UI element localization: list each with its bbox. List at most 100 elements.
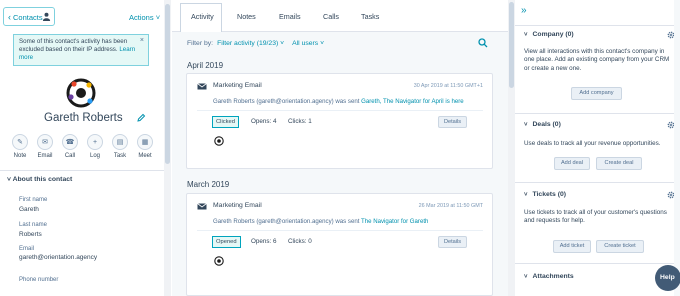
right-scrollbar[interactable]: [674, 0, 680, 296]
note-icon: ✎: [12, 134, 28, 150]
contact-name: Gareth Roberts: [44, 112, 123, 124]
about-section-header[interactable]: ˅ About this contact: [7, 176, 72, 183]
help-button[interactable]: Help: [655, 265, 680, 291]
meet-action-label: Meet: [138, 153, 152, 159]
first-name-label: First name: [19, 197, 48, 203]
calendar-icon: ▦: [137, 134, 153, 150]
activity-column: Activity Notes Emails Calls Tasks Filter…: [172, 0, 509, 296]
tab-calls[interactable]: Calls: [323, 12, 339, 21]
section-divider: [515, 263, 680, 264]
add-deal-button[interactable]: Add deal: [554, 157, 590, 170]
deals-section-title: Deals (0): [532, 121, 561, 128]
note-action[interactable]: ✎ Note: [10, 134, 30, 159]
email-link[interactable]: The Navigator for Gareth: [361, 218, 428, 225]
tickets-section-text: Use tickets to track all of your custome…: [524, 209, 667, 225]
activity-scrollbar[interactable]: [508, 0, 515, 296]
search-icon[interactable]: [478, 38, 488, 48]
month-header: April 2019: [187, 61, 224, 70]
card-divider: [197, 110, 483, 111]
tab-emails[interactable]: Emails: [279, 12, 301, 21]
contacts-back-link[interactable]: ‹ Contacts: [8, 13, 43, 23]
email-link[interactable]: Gareth, The Navigator for April is here: [361, 98, 464, 105]
tab-notes[interactable]: Notes: [237, 12, 256, 21]
activity-tabs: Activity Notes Emails Calls Tasks: [172, 0, 509, 32]
deals-section-header[interactable]: ˅ Deals (0): [524, 121, 561, 128]
phone-icon: ☎: [62, 134, 78, 150]
card-body-text: Gareth Roberts (gareth@orientation.agenc…: [213, 98, 360, 105]
email-value[interactable]: gareth@orientation.agency: [19, 254, 97, 261]
card-date: 30 Apr 2019 at 11:50 GMT+1: [413, 83, 483, 89]
add-ticket-button[interactable]: Add ticket: [553, 240, 591, 253]
create-ticket-button[interactable]: Create ticket: [596, 240, 644, 253]
status-badge: Clicked: [212, 116, 240, 128]
add-company-button[interactable]: Add company: [571, 87, 622, 100]
opens-count: Opens: 4: [251, 118, 277, 125]
status-badge: Opened: [212, 236, 241, 248]
opens-count: Opens: 6: [251, 238, 277, 245]
tab-activity[interactable]: Activity: [191, 12, 214, 21]
about-divider: [0, 170, 164, 171]
details-button[interactable]: Details: [438, 236, 467, 248]
chevron-down-icon: ˅: [524, 31, 528, 38]
actions-dropdown[interactable]: Actions ˅: [129, 13, 160, 22]
first-name-value[interactable]: Gareth: [19, 206, 39, 213]
contacts-back-label: Contacts: [13, 13, 43, 22]
edit-pencil-icon[interactable]: [136, 113, 146, 123]
ip-exclusion-notice: Some of this contact's activity has been…: [13, 34, 149, 66]
last-name-value[interactable]: Roberts: [19, 231, 42, 238]
tab-tasks[interactable]: Tasks: [361, 12, 379, 21]
email-action-label: Email: [37, 153, 53, 159]
meet-action[interactable]: ▦ Meet: [135, 134, 155, 159]
clicks-count: Clicks: 0: [288, 238, 312, 245]
phone-label: Phone number: [19, 277, 59, 283]
task-action-label: Task: [113, 153, 127, 159]
section-divider: [515, 182, 680, 183]
card-divider: [197, 230, 483, 231]
actions-label: Actions: [129, 13, 154, 22]
chevron-down-icon: ˅: [155, 13, 161, 22]
person-icon: [42, 12, 51, 21]
section-divider: [515, 113, 680, 114]
card-body-text: Gareth Roberts (gareth@orientation.agenc…: [213, 218, 360, 225]
task-icon: ▤: [112, 134, 128, 150]
left-scrollbar[interactable]: [164, 0, 171, 296]
chevron-down-icon: ˅: [524, 273, 528, 280]
chevron-down-icon: ˅: [524, 191, 528, 198]
filter-row: Filter by: Filter activity (19/23) ˅ All…: [187, 40, 324, 47]
close-icon[interactable]: ×: [140, 37, 144, 45]
call-action[interactable]: ☎ Call: [60, 134, 80, 159]
section-divider: [515, 25, 680, 26]
company-section-header[interactable]: ˅ Company (0): [524, 31, 574, 38]
note-action-label: Note: [13, 153, 27, 159]
chevron-down-icon: ˅: [524, 121, 528, 128]
contact-sidebar: ‹ Contacts Actions ˅ Some of this contac…: [0, 0, 171, 296]
activity-card: Marketing Email 30 Apr 2019 at 11:50 GMT…: [186, 73, 493, 169]
filter-activity-dropdown[interactable]: Filter activity (19/23) ˅: [217, 40, 284, 47]
task-action[interactable]: ▤ Task: [110, 134, 130, 159]
email-icon: ✉: [37, 134, 53, 150]
clicks-count: Clicks: 1: [288, 118, 312, 125]
contact-avatar: [66, 78, 96, 108]
card-body: Gareth Roberts (gareth@orientation.agenc…: [213, 218, 428, 225]
plus-icon: +: [87, 134, 103, 150]
card-title[interactable]: Marketing Email: [213, 82, 262, 89]
tickets-section-title: Tickets (0): [532, 191, 567, 198]
create-deal-button[interactable]: Create deal: [596, 157, 642, 170]
filter-users-dropdown[interactable]: All users ˅: [292, 40, 324, 47]
about-title: About this contact: [12, 176, 73, 183]
details-button[interactable]: Details: [438, 116, 467, 128]
email-action[interactable]: ✉ Email: [35, 134, 55, 159]
last-name-label: Last name: [19, 222, 48, 228]
activity-card: Marketing Email 26 Mar 2019 at 11:50 GMT…: [186, 193, 493, 296]
email-icon: [197, 83, 207, 90]
expand-double-chevron-icon[interactable]: »: [521, 5, 527, 16]
attachments-section-header[interactable]: ˅ Attachments: [524, 273, 574, 280]
tickets-section-header[interactable]: ˅ Tickets (0): [524, 191, 566, 198]
log-action-label: Log: [89, 153, 100, 159]
card-title[interactable]: Marketing Email: [213, 202, 262, 209]
notice-text: Some of this contact's activity has been…: [19, 38, 128, 54]
deals-section-text: Use deals to track all your revenue oppo…: [524, 140, 661, 147]
log-action[interactable]: + Log: [85, 134, 105, 159]
email-label: Email: [19, 246, 35, 252]
month-header: March 2019: [187, 180, 230, 189]
